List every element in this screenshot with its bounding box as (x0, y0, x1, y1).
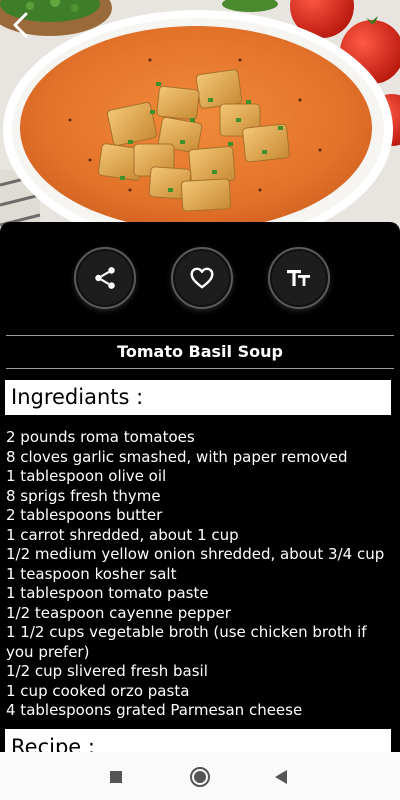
ingredient-item: 1 cup cooked orzo pasta (6, 681, 190, 700)
ingredient-item: 1 tablespoon tomato paste (6, 584, 209, 602)
recipe-content-panel: Tomato Basil Soup Ingrediants : 2 pounds… (0, 222, 400, 759)
ingredient-item: 2 pounds roma tomatoes (6, 428, 195, 446)
share-icon (95, 267, 115, 289)
text-size-icon (287, 270, 310, 286)
ingredient-item: 4 tablespoons grated Parmesan cheese (6, 701, 303, 719)
system-navigation-bar (0, 752, 400, 800)
back-button[interactable] (6, 8, 38, 42)
favorite-button[interactable] (171, 247, 233, 309)
divider-line (6, 368, 394, 369)
ingredient-item: 1/2 cup slivered fresh basil (6, 662, 208, 680)
ingredient-item: 1/2 medium yellow onion shredded, about … (6, 545, 385, 563)
divider-line (6, 335, 394, 336)
action-buttons-row (0, 247, 400, 309)
chevron-left-icon (13, 12, 28, 38)
ingredient-item: 8 cloves garlic smashed, with paper remo… (6, 447, 348, 466)
recent-apps-button[interactable] (105, 766, 127, 788)
ingredient-item: 1 tablespoon olive oil (6, 467, 167, 485)
ingredient-item: 1/2 teaspoon cayenne pepper (6, 603, 231, 622)
text-size-button[interactable] (268, 247, 330, 309)
ingredient-item: 8 sprigs fresh thyme (6, 486, 161, 505)
ingredients-header: Ingrediants : (5, 380, 391, 415)
home-button[interactable] (189, 766, 211, 788)
back-triangle-icon (275, 770, 287, 784)
recipe-detail-screen: Tomato Basil Soup Ingrediants : 2 pounds… (0, 0, 400, 800)
heart-icon (190, 267, 214, 289)
ingredient-item: 1 teaspoon kosher salt (6, 564, 177, 583)
home-icon (190, 767, 210, 787)
recent-apps-icon (110, 771, 122, 783)
ingredient-item: 2 tablespoons butter (6, 506, 163, 524)
ingredients-list: 2 pounds roma tomatoes 8 cloves garlic s… (6, 428, 396, 721)
recipe-title: Tomato Basil Soup (117, 342, 283, 361)
system-back-button[interactable] (270, 766, 292, 788)
ingredient-item: 1 1/2 cups vegetable broth (use chicken … (6, 623, 367, 661)
share-button[interactable] (74, 247, 136, 309)
ingredient-item: 1 carrot shredded, about 1 cup (6, 525, 239, 544)
